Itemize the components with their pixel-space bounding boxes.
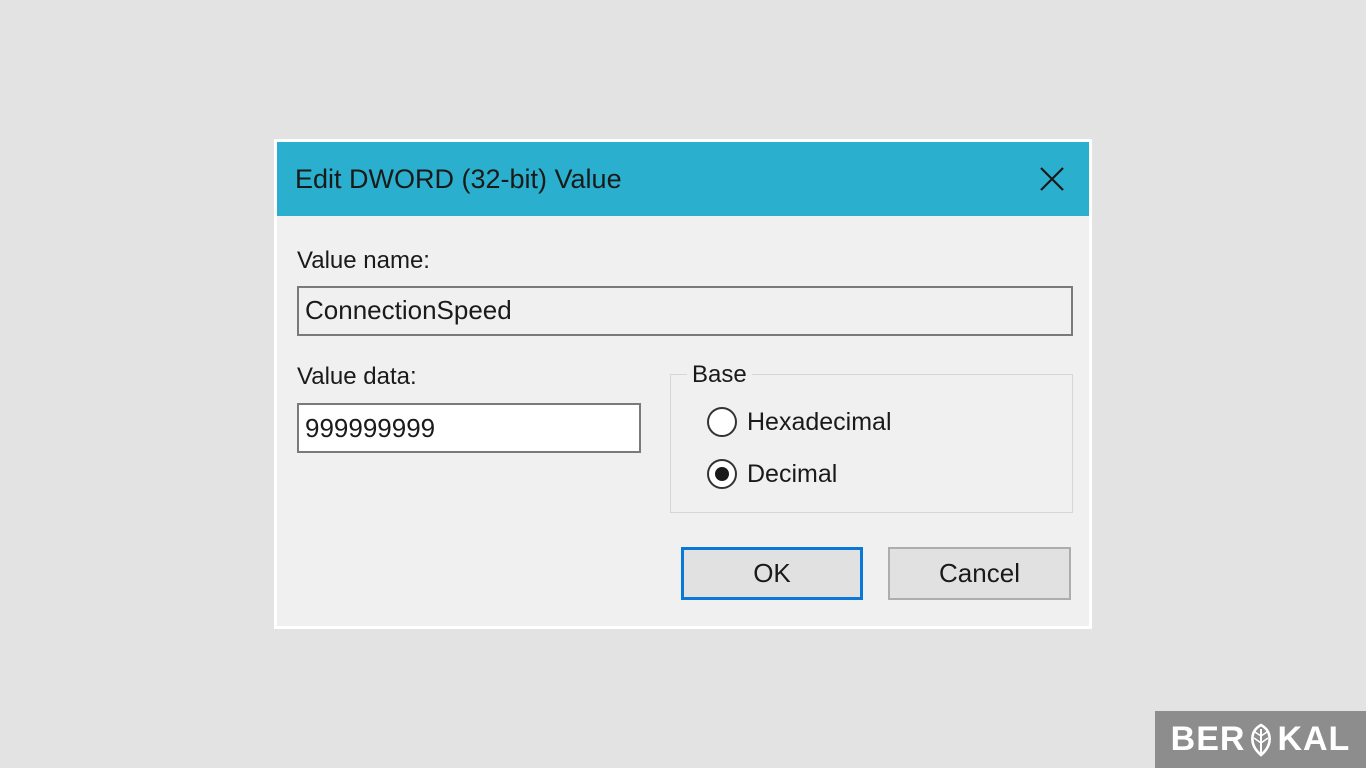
ok-button[interactable]: OK <box>681 547 863 600</box>
desktop-background: Edit DWORD (32-bit) Value Value name: Co… <box>0 0 1366 768</box>
base-groupbox: Base Hexadecimal Decimal <box>670 361 1073 513</box>
value-name-field: ConnectionSpeed <box>297 286 1073 336</box>
radio-hexadecimal-label: Hexadecimal <box>747 407 892 436</box>
watermark-logo: BER KAL <box>1155 711 1366 768</box>
close-icon <box>1040 167 1064 191</box>
title-bar[interactable]: Edit DWORD (32-bit) Value <box>277 142 1089 216</box>
radio-hexadecimal[interactable]: Hexadecimal <box>707 407 892 437</box>
edit-dword-dialog: Edit DWORD (32-bit) Value Value name: Co… <box>274 139 1092 629</box>
radio-hexadecimal-circle[interactable] <box>707 407 737 437</box>
base-legend: Base <box>687 361 752 389</box>
watermark-text-left: BER <box>1170 720 1246 758</box>
value-data-label: Value data: <box>297 363 417 390</box>
close-button[interactable] <box>1015 142 1089 216</box>
cancel-button[interactable]: Cancel <box>888 547 1071 600</box>
watermark-text-right: KAL <box>1277 720 1351 758</box>
dialog-body: Edit DWORD (32-bit) Value Value name: Co… <box>277 142 1089 626</box>
radio-decimal-label: Decimal <box>747 459 838 488</box>
radio-decimal[interactable]: Decimal <box>707 459 837 489</box>
value-name-label: Value name: <box>297 247 430 274</box>
leaf-icon <box>1251 723 1272 757</box>
radio-decimal-circle[interactable] <box>707 459 737 489</box>
dialog-title: Edit DWORD (32-bit) Value <box>295 164 622 194</box>
value-data-input[interactable] <box>297 403 641 453</box>
